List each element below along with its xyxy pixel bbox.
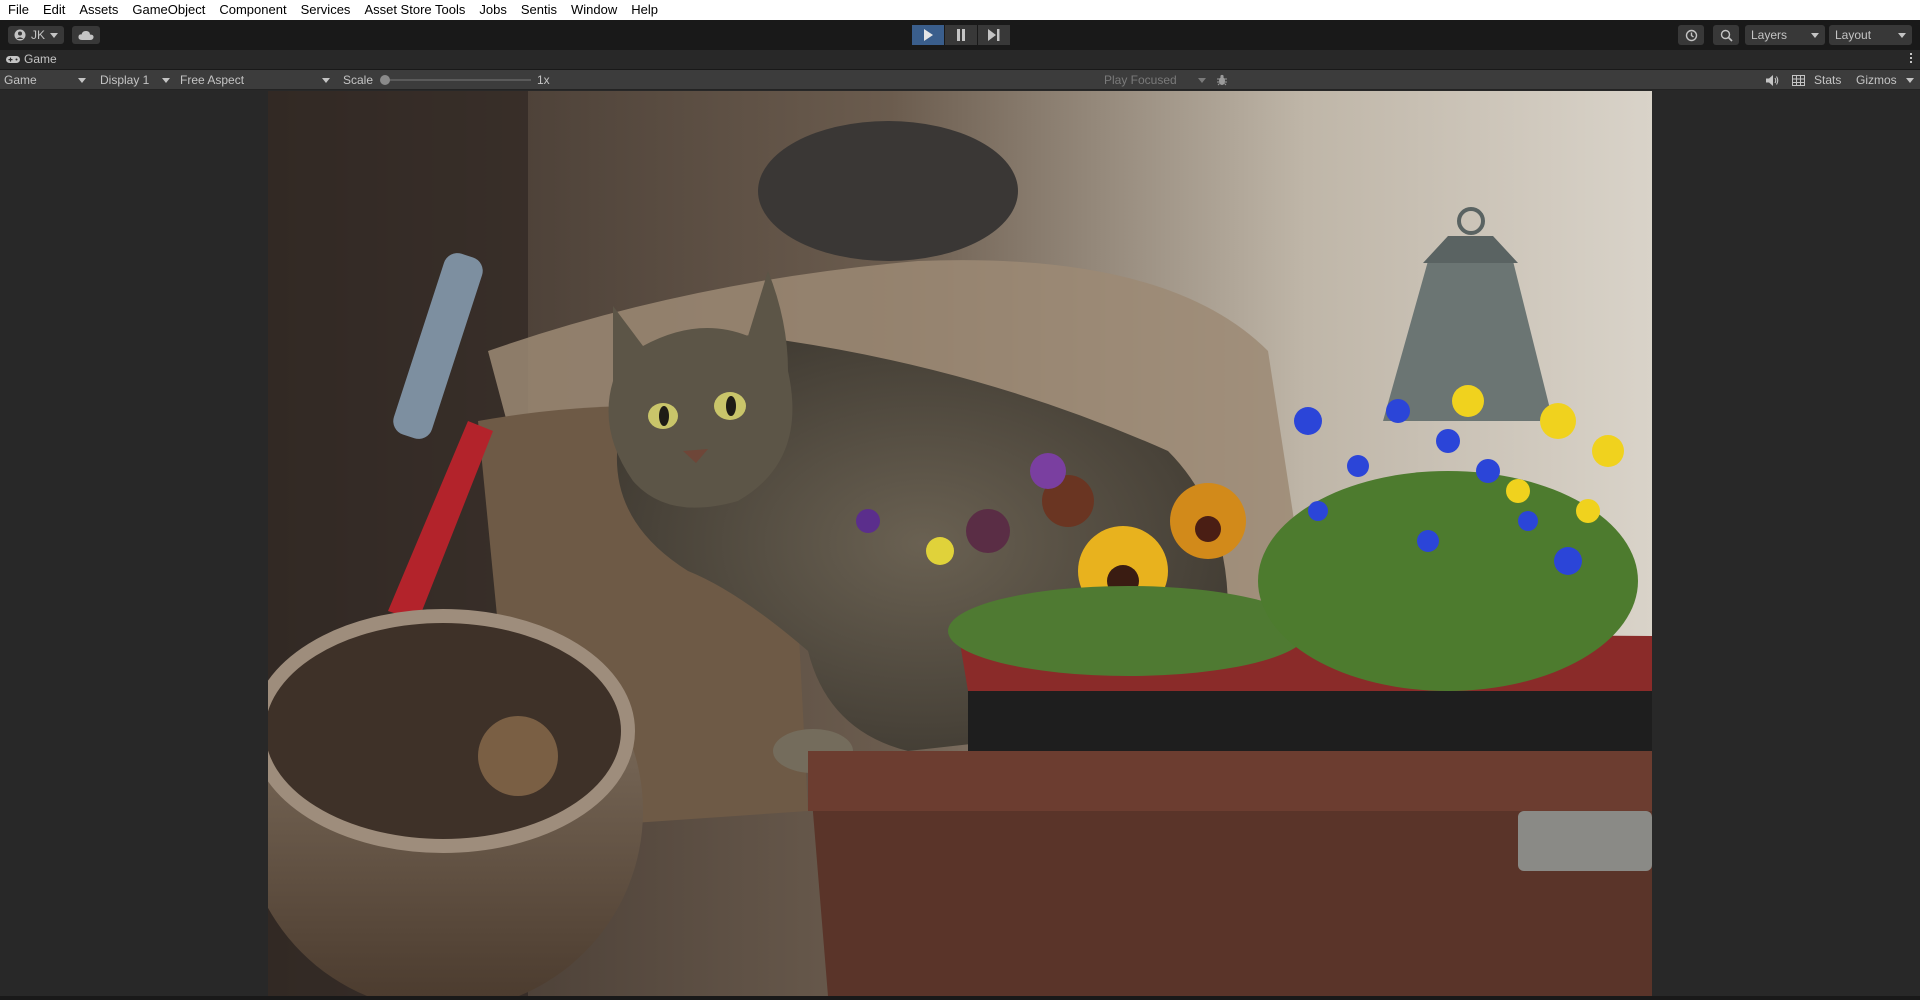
step-button[interactable]: [978, 25, 1010, 45]
scale-value: 1x: [537, 73, 550, 87]
play-focused-dropdown[interactable]: Play Focused: [1100, 70, 1210, 90]
chevron-down-icon: [1198, 77, 1206, 83]
view-mode-label: Game: [4, 73, 37, 87]
menu-file[interactable]: File: [8, 0, 29, 20]
account-icon: [14, 29, 26, 41]
gamepad-icon: [6, 55, 20, 63]
play-controls: [912, 25, 1011, 45]
game-render[interactable]: [268, 91, 1652, 996]
menu-gameobject[interactable]: GameObject: [132, 0, 205, 20]
more-options-icon[interactable]: [1910, 53, 1912, 63]
chevron-down-icon: [1811, 32, 1819, 38]
play-icon: [924, 29, 933, 41]
gizmos-dropdown[interactable]: Gizmos: [1852, 70, 1918, 90]
account-button[interactable]: JK: [8, 26, 64, 44]
layers-label: Layers: [1751, 28, 1788, 42]
layout-label: Layout: [1835, 28, 1872, 42]
chevron-down-icon: [78, 77, 86, 83]
bug-icon: [1217, 74, 1227, 86]
search-icon: [1720, 29, 1733, 42]
search-button[interactable]: [1713, 25, 1739, 45]
menu-services[interactable]: Services: [301, 0, 351, 20]
main-toolbar: JK Layers Layout: [0, 20, 1920, 50]
menu-sentis[interactable]: Sentis: [521, 0, 557, 20]
play-focused-label: Play Focused: [1104, 73, 1177, 87]
tab-game-label: Game: [24, 52, 57, 66]
menu-bar: File Edit Assets GameObject Component Se…: [0, 0, 1920, 20]
game-view-toolbar: Game Display 1 Free Aspect Scale 1x Play…: [0, 70, 1920, 90]
bottom-border: [0, 996, 1920, 1000]
tab-game[interactable]: Game: [6, 52, 57, 66]
account-label: JK: [30, 28, 45, 42]
history-button[interactable]: [1678, 25, 1704, 45]
grid-icon: [1791, 74, 1805, 86]
menu-help[interactable]: Help: [631, 0, 658, 20]
menu-jobs[interactable]: Jobs: [479, 0, 506, 20]
cloud-icon: [78, 30, 94, 40]
menu-edit[interactable]: Edit: [43, 0, 65, 20]
chevron-down-icon: [49, 32, 58, 38]
menu-asset-store-tools[interactable]: Asset Store Tools: [364, 0, 465, 20]
debug-button[interactable]: [1212, 72, 1232, 88]
display-dropdown[interactable]: Display 1: [96, 70, 174, 90]
scale-label: Scale: [343, 73, 374, 87]
aspect-label: Free Aspect: [180, 73, 245, 87]
cloud-button[interactable]: [72, 26, 100, 44]
aspect-dropdown[interactable]: Free Aspect: [176, 70, 334, 90]
mute-audio-button[interactable]: [1762, 72, 1782, 88]
step-icon: [988, 29, 1000, 41]
layers-dropdown[interactable]: Layers: [1745, 25, 1825, 45]
chevron-down-icon: [1898, 32, 1906, 38]
history-icon: [1685, 29, 1697, 41]
scale-slider-handle[interactable]: [380, 75, 390, 85]
menu-component[interactable]: Component: [219, 0, 286, 20]
game-viewport[interactable]: [0, 91, 1920, 996]
audio-icon: [1765, 74, 1778, 86]
chevron-down-icon: [162, 77, 170, 83]
chevron-down-icon: [322, 77, 330, 83]
play-button[interactable]: [912, 25, 944, 45]
scale-slider-track[interactable]: [381, 79, 531, 81]
pause-button[interactable]: [945, 25, 977, 45]
view-mode-dropdown[interactable]: Game: [0, 70, 90, 90]
grid-toggle-button[interactable]: [1788, 72, 1808, 88]
display-label: Display 1: [100, 73, 150, 87]
tab-bar: Game: [0, 50, 1920, 70]
menu-window[interactable]: Window: [571, 0, 617, 20]
stats-button[interactable]: Stats: [1814, 73, 1841, 87]
layout-dropdown[interactable]: Layout: [1829, 25, 1912, 45]
chevron-down-icon: [1906, 77, 1914, 83]
gizmos-label: Gizmos: [1856, 73, 1897, 87]
menu-assets[interactable]: Assets: [79, 0, 118, 20]
game-render-image: [268, 91, 1652, 996]
pause-icon: [957, 29, 965, 41]
